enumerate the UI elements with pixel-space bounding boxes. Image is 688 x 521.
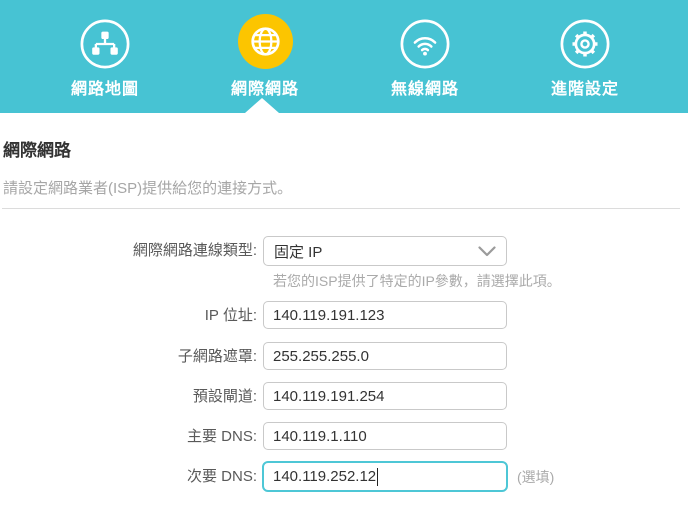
globe-icon: [237, 0, 294, 70]
default-gateway-input[interactable]: [263, 382, 507, 410]
sitemap-icon: [79, 0, 131, 70]
wifi-icon: [399, 0, 451, 70]
connection-type-row: 網際網路連線類型: 固定 IP: [0, 236, 688, 266]
tab-wireless[interactable]: 無線網路: [345, 0, 505, 113]
page-title: 網際網路: [3, 141, 71, 160]
connection-type-label: 網際網路連線類型:: [132, 242, 257, 259]
tab-label: 進階設定: [550, 81, 619, 98]
tab-label: 網路地圖: [70, 81, 139, 98]
text-caret: [377, 467, 379, 486]
primary-dns-row: 主要 DNS:: [0, 422, 688, 452]
connection-type-value: 固定 IP: [274, 243, 323, 261]
tab-label: 網際網路: [230, 81, 299, 98]
primary-dns-label: 主要 DNS:: [186, 428, 257, 445]
optional-hint: (選填): [517, 469, 555, 485]
tab-internet[interactable]: 網際網路: [185, 0, 345, 113]
ip-address-input[interactable]: [263, 301, 507, 329]
primary-dns-input[interactable]: [263, 422, 507, 450]
default-gateway-row: 預設閘道:: [0, 382, 688, 412]
subnet-mask-label: 子網路遮罩:: [177, 348, 257, 365]
tab-network-map[interactable]: 網路地圖: [25, 0, 185, 113]
top-nav-bar: 網路地圖 網際網路 無線網路 進階設定: [0, 0, 688, 113]
gear-icon: [559, 0, 611, 70]
ip-address-row: IP 位址:: [0, 301, 688, 331]
secondary-dns-row: 次要 DNS: 140.119.252.12 (選填): [0, 461, 688, 492]
router-settings-page: 網路地圖 網際網路 無線網路 進階設定 網際網路 請設定網路業者(ISP)提供給…: [0, 0, 688, 521]
default-gateway-label: 預設閘道:: [192, 388, 257, 405]
secondary-dns-label: 次要 DNS:: [186, 468, 257, 485]
tab-advanced[interactable]: 進階設定: [505, 0, 665, 113]
subnet-mask-input[interactable]: [263, 342, 507, 370]
connection-type-helper: 若您的ISP提供了特定的IP參數，請選擇此項。: [273, 273, 561, 289]
chevron-down-icon: [478, 245, 496, 257]
nav-tabs: 網路地圖 網際網路 無線網路 進階設定: [25, 0, 665, 113]
tab-label: 無線網路: [390, 81, 459, 98]
secondary-dns-value: 140.119.252.12: [273, 468, 377, 485]
secondary-dns-input[interactable]: 140.119.252.12: [262, 461, 508, 492]
subnet-mask-row: 子網路遮罩:: [0, 342, 688, 372]
page-description: 請設定網路業者(ISP)提供給您的連接方式。: [3, 180, 293, 197]
connection-type-select[interactable]: 固定 IP: [263, 236, 507, 266]
ip-address-label: IP 位址:: [204, 307, 257, 324]
section-divider: [2, 208, 680, 209]
active-tab-pointer: [245, 98, 279, 113]
